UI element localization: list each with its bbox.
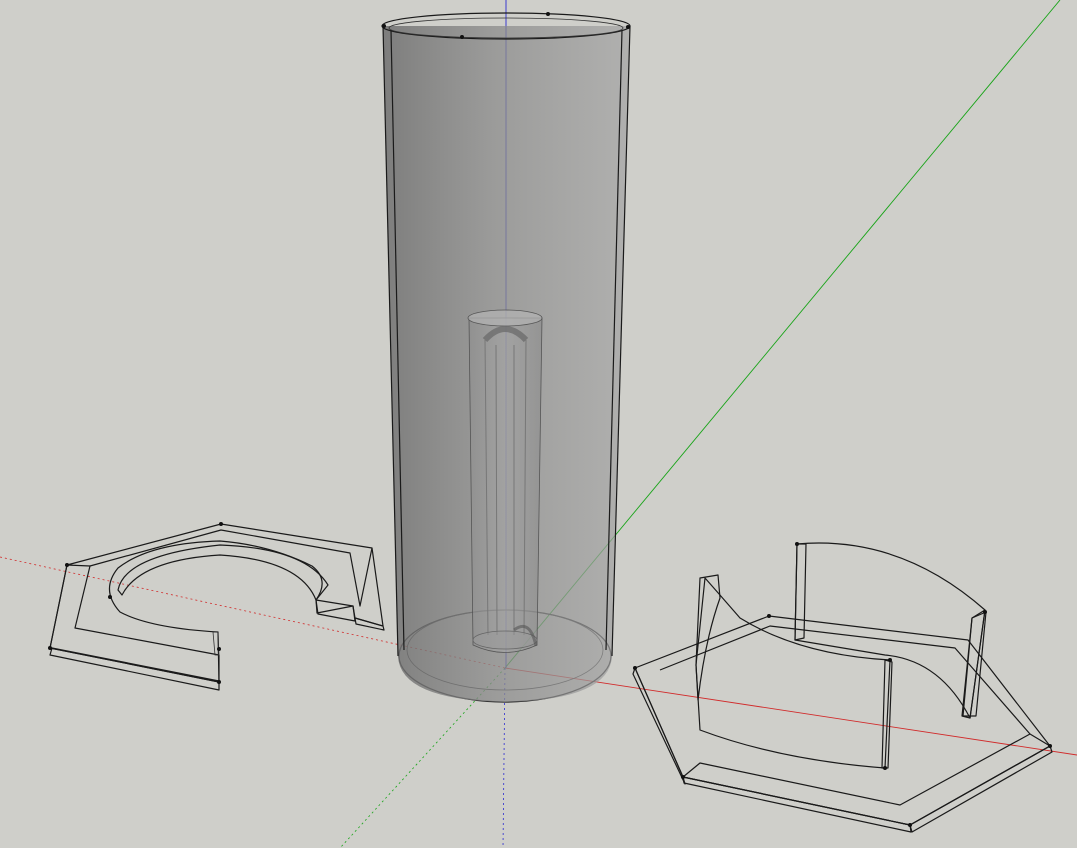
- transparent-outer-cylinder[interactable]: [381, 12, 631, 703]
- base-right-notch: [315, 599, 356, 622]
- hex-ring-base-with-walls-right[interactable]: [632, 542, 1053, 833]
- right-base-front-strip: [682, 776, 912, 833]
- hex-ring-base-left[interactable]: [48, 522, 385, 691]
- right-base-left-strip: [632, 667, 686, 785]
- inner-tube-body: [468, 317, 543, 653]
- curved-wall-front: [695, 577, 891, 769]
- inner-tube[interactable]: [467, 309, 543, 653]
- 3d-model-canvas[interactable]: [0, 0, 1077, 848]
- right-base-right-strip: [909, 745, 1053, 833]
- base-front-strip: [49, 647, 220, 691]
- right-base-inner-bevel: [659, 625, 1031, 735]
- right-base-bevel-front: [682, 733, 1051, 826]
- base-hole-wall: [117, 544, 329, 601]
- base-right-lip: [354, 617, 385, 631]
- sketchup-viewport[interactable]: [0, 0, 1077, 848]
